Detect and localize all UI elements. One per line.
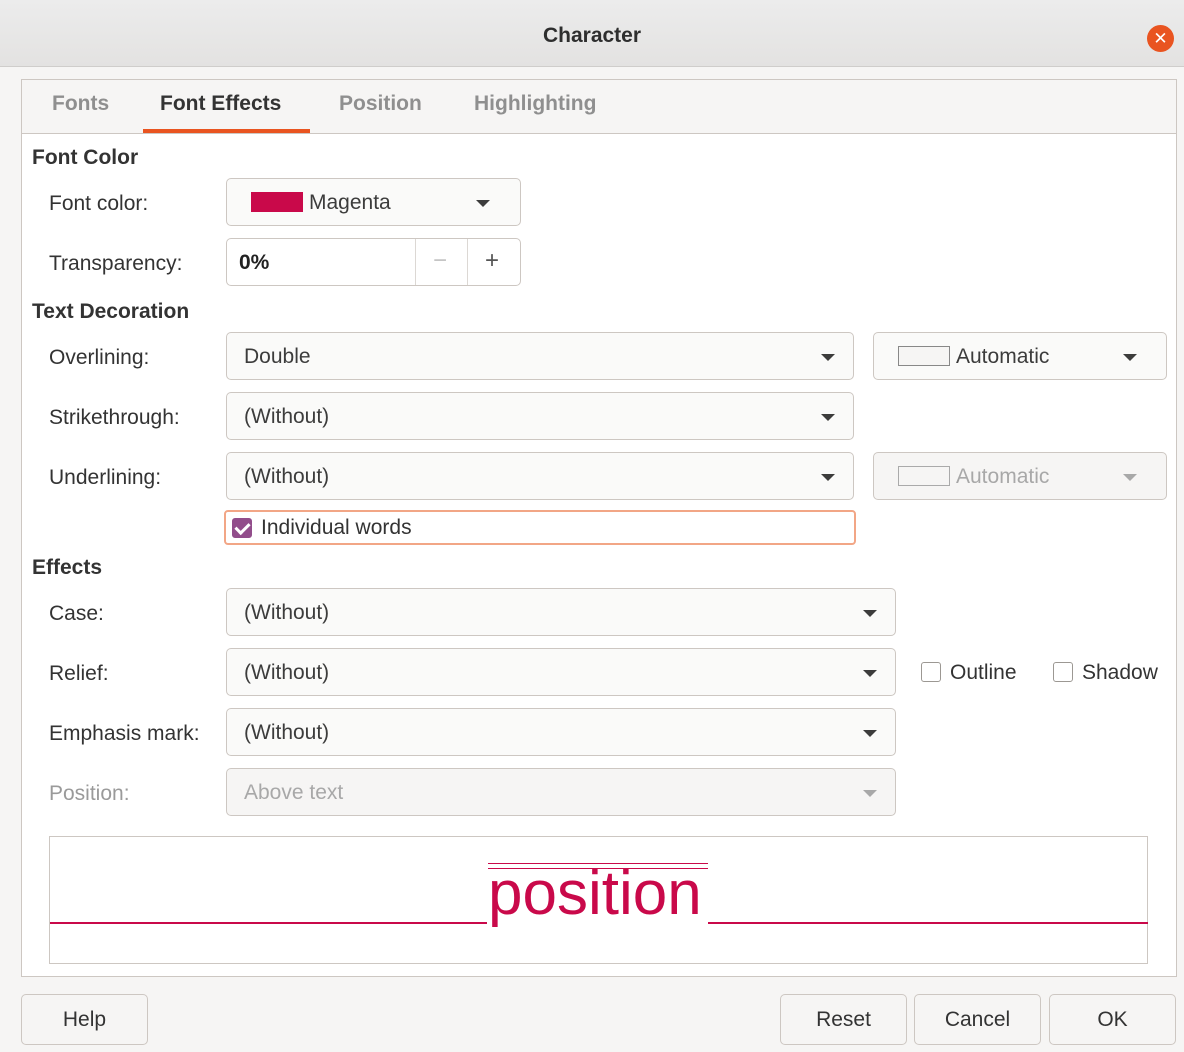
preview-box: position — [49, 836, 1148, 964]
check-icon — [234, 518, 251, 536]
preview-text: position — [488, 859, 702, 928]
chevron-down-icon — [863, 610, 877, 617]
spin-separator — [415, 239, 416, 285]
ok-button[interactable]: OK — [1049, 994, 1176, 1045]
transparency-value: 0% — [239, 251, 270, 274]
font-color-label: Font color: — [49, 192, 149, 215]
outline-label[interactable]: Outline — [950, 661, 1017, 685]
strikethrough-value: (Without) — [244, 405, 330, 428]
chevron-down-icon — [863, 730, 877, 737]
overline-color-value: Automatic — [956, 345, 1050, 368]
preview-baseline-left — [50, 922, 487, 924]
chevron-down-icon — [821, 474, 835, 481]
case-label: Case: — [49, 602, 104, 625]
reset-button[interactable]: Reset — [780, 994, 907, 1045]
active-tab-indicator — [143, 129, 310, 133]
section-font-color: Font Color — [32, 146, 139, 169]
strikethrough-label: Strikethrough: — [49, 406, 180, 429]
title-bar: Character ✕ — [0, 0, 1184, 67]
font-color-swatch — [251, 192, 303, 212]
tab-position[interactable]: Position — [339, 92, 422, 116]
underlining-dropdown[interactable]: (Without) — [226, 452, 854, 500]
tab-fonts[interactable]: Fonts — [52, 92, 109, 116]
case-value: (Without) — [244, 601, 330, 624]
position-dropdown[interactable]: Above text — [226, 768, 896, 816]
relief-value: (Without) — [244, 661, 330, 684]
plus-icon[interactable]: + — [485, 247, 499, 275]
chevron-down-icon — [476, 200, 490, 207]
overline-color-swatch — [898, 346, 950, 366]
tab-highlighting[interactable]: Highlighting — [474, 92, 596, 116]
underline-color-dropdown[interactable]: Automatic — [873, 452, 1167, 500]
overlining-value: Double — [244, 345, 311, 368]
outline-checkbox[interactable] — [921, 662, 941, 682]
cancel-button[interactable]: Cancel — [914, 994, 1041, 1045]
transparency-spinbox[interactable]: 0% − + — [226, 238, 521, 286]
spin-separator — [467, 239, 468, 285]
overline-color-dropdown[interactable]: Automatic — [873, 332, 1167, 380]
relief-label: Relief: — [49, 662, 109, 685]
relief-dropdown[interactable]: (Without) — [226, 648, 896, 696]
individual-words-checkbox[interactable] — [232, 518, 252, 538]
chevron-down-icon — [821, 414, 835, 421]
chevron-down-icon — [863, 670, 877, 677]
tab-bar: Fonts Font Effects Position Highlighting — [22, 80, 1176, 134]
underlining-value: (Without) — [244, 465, 330, 488]
overlining-label: Overlining: — [49, 346, 150, 369]
underline-color-value: Automatic — [956, 465, 1050, 488]
shadow-label[interactable]: Shadow — [1082, 661, 1158, 685]
underline-color-swatch — [898, 466, 950, 486]
font-color-dropdown[interactable]: Magenta — [226, 178, 521, 226]
shadow-checkbox[interactable] — [1053, 662, 1073, 682]
individual-words-label[interactable]: Individual words — [261, 516, 412, 540]
chevron-down-icon — [863, 790, 877, 797]
transparency-label: Transparency: — [49, 252, 183, 275]
strikethrough-dropdown[interactable]: (Without) — [226, 392, 854, 440]
chevron-down-icon — [821, 354, 835, 361]
help-button[interactable]: Help — [21, 994, 148, 1045]
underlining-label: Underlining: — [49, 466, 162, 489]
close-icon[interactable]: ✕ — [1147, 25, 1174, 52]
position-label: Position: — [49, 782, 130, 805]
emphasis-mark-label: Emphasis mark: — [49, 722, 200, 745]
emphasis-mark-dropdown[interactable]: (Without) — [226, 708, 896, 756]
minus-icon[interactable]: − — [433, 247, 447, 275]
case-dropdown[interactable]: (Without) — [226, 588, 896, 636]
position-value: Above text — [244, 781, 344, 804]
emphasis-mark-value: (Without) — [244, 721, 330, 744]
section-effects: Effects — [32, 556, 103, 579]
dialog-content: Fonts Font Effects Position Highlighting… — [21, 79, 1177, 977]
overlining-dropdown[interactable]: Double — [226, 332, 854, 380]
font-color-value: Magenta — [309, 191, 391, 214]
chevron-down-icon — [1123, 474, 1137, 481]
section-text-decoration: Text Decoration — [32, 300, 190, 323]
chevron-down-icon — [1123, 354, 1137, 361]
preview-baseline-right — [708, 922, 1148, 924]
tab-font-effects[interactable]: Font Effects — [160, 92, 281, 116]
dialog-title: Character — [542, 24, 642, 47]
